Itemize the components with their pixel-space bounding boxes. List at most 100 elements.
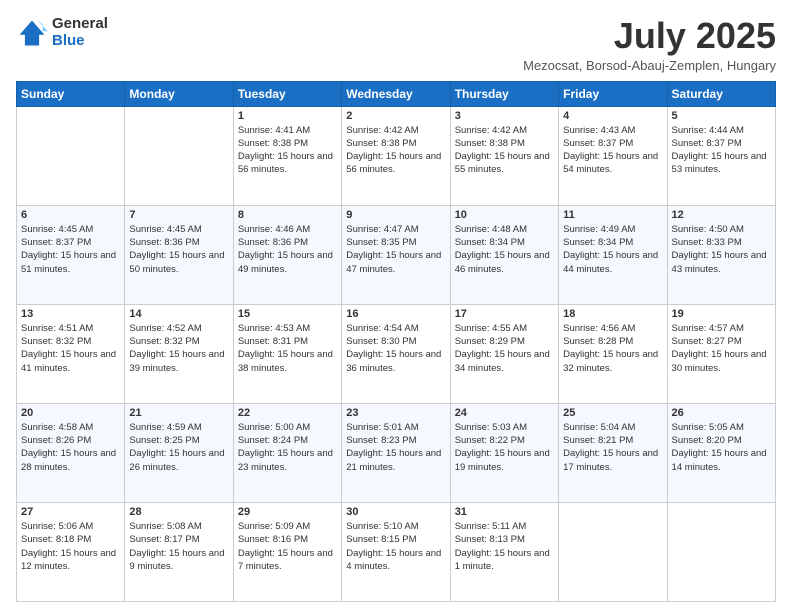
day-number: 6 <box>21 209 120 221</box>
day-info: Sunrise: 4:53 AMSunset: 8:31 PMDaylight:… <box>238 322 337 375</box>
day-number: 9 <box>346 209 445 221</box>
calendar-cell: 19Sunrise: 4:57 AMSunset: 8:27 PMDayligh… <box>667 304 775 403</box>
calendar-cell <box>17 106 125 205</box>
calendar-cell <box>559 502 667 601</box>
day-info: Sunrise: 4:47 AMSunset: 8:35 PMDaylight:… <box>346 223 445 276</box>
day-number: 1 <box>238 110 337 122</box>
day-info: Sunrise: 4:43 AMSunset: 8:37 PMDaylight:… <box>563 124 662 177</box>
day-number: 22 <box>238 407 337 419</box>
calendar-cell: 24Sunrise: 5:03 AMSunset: 8:22 PMDayligh… <box>450 403 558 502</box>
calendar-cell: 22 Sunrise: 5:00 AMSunset: 8:24 PMDayligh… <box>233 403 341 502</box>
day-info: Sunrise: 5:05 AMSunset: 8:20 PMDaylight:… <box>672 421 771 474</box>
day-number: 15 <box>238 308 337 320</box>
calendar-cell: 9 Sunrise: 4:47 AMSunset: 8:35 PMDaylight… <box>342 205 450 304</box>
calendar-cell: 10Sunrise: 4:48 AMSunset: 8:34 PMDayligh… <box>450 205 558 304</box>
calendar-cell: 17Sunrise: 4:55 AMSunset: 8:29 PMDayligh… <box>450 304 558 403</box>
day-info: Sunrise: 4:54 AMSunset: 8:30 PMDaylight:… <box>346 322 445 375</box>
calendar-header-thursday: Thursday <box>450 81 558 106</box>
calendar-week-row: 13 Sunrise: 4:51 AMSunset: 8:32 PMDayligh… <box>17 304 776 403</box>
day-info: Sunrise: 4:42 AMSunset: 8:38 PMDaylight:… <box>455 124 554 177</box>
day-number: 26 <box>672 407 771 419</box>
day-info: Sunrise: 4:46 AMSunset: 8:36 PMDaylight:… <box>238 223 337 276</box>
day-info: Sunrise: 4:44 AMSunset: 8:37 PMDaylight:… <box>672 124 771 177</box>
day-info: Sunrise: 4:45 AMSunset: 8:37 PMDaylight:… <box>21 223 120 276</box>
calendar-cell: 7Sunrise: 4:45 AMSunset: 8:36 PMDaylight… <box>125 205 233 304</box>
day-number: 18 <box>563 308 662 320</box>
logo-text: General Blue <box>52 16 108 49</box>
day-info: Sunrise: 5:11 AMSunset: 8:13 PMDaylight:… <box>455 520 554 573</box>
day-number: 7 <box>129 209 228 221</box>
calendar-header-row: SundayMondayTuesdayWednesdayThursdayFrid… <box>17 81 776 106</box>
calendar-header-friday: Friday <box>559 81 667 106</box>
day-info: Sunrise: 5:00 AMSunset: 8:24 PMDaylight:… <box>238 421 337 474</box>
calendar-cell <box>125 106 233 205</box>
day-number: 17 <box>455 308 554 320</box>
calendar-cell: 2Sunrise: 4:42 AMSunset: 8:38 PMDaylight… <box>342 106 450 205</box>
calendar-cell: 4 Sunrise: 4:43 AMSunset: 8:37 PMDaylight… <box>559 106 667 205</box>
day-number: 31 <box>455 506 554 518</box>
calendar-cell: 28Sunrise: 5:08 AMSunset: 8:17 PMDayligh… <box>125 502 233 601</box>
location: Mezocsat, Borsod-Abauj-Zemplen, Hungary <box>523 58 776 73</box>
day-info: Sunrise: 5:09 AMSunset: 8:16 PMDaylight:… <box>238 520 337 573</box>
calendar-cell: 25Sunrise: 5:04 AMSunset: 8:21 PMDayligh… <box>559 403 667 502</box>
day-info: Sunrise: 4:50 AMSunset: 8:33 PMDaylight:… <box>672 223 771 276</box>
calendar-week-row: 20Sunrise: 4:58 AMSunset: 8:26 PMDayligh… <box>17 403 776 502</box>
calendar: SundayMondayTuesdayWednesdayThursdayFrid… <box>16 81 776 602</box>
calendar-cell: 23 Sunrise: 5:01 AMSunset: 8:23 PMDayligh… <box>342 403 450 502</box>
day-number: 21 <box>129 407 228 419</box>
day-number: 30 <box>346 506 445 518</box>
header: General Blue July 2025 Mezocsat, Borsod-… <box>16 16 776 73</box>
calendar-cell: 30 Sunrise: 5:10 AMSunset: 8:15 PMDayligh… <box>342 502 450 601</box>
day-number: 4 <box>563 110 662 122</box>
day-number: 29 <box>238 506 337 518</box>
day-number: 13 <box>21 308 120 320</box>
day-info: Sunrise: 4:56 AMSunset: 8:28 PMDaylight:… <box>563 322 662 375</box>
logo-blue: Blue <box>52 33 108 50</box>
day-info: Sunrise: 4:59 AMSunset: 8:25 PMDaylight:… <box>129 421 228 474</box>
calendar-header-tuesday: Tuesday <box>233 81 341 106</box>
title-section: July 2025 Mezocsat, Borsod-Abauj-Zemplen… <box>523 16 776 73</box>
calendar-header-sunday: Sunday <box>17 81 125 106</box>
calendar-cell: 31 Sunrise: 5:11 AMSunset: 8:13 PMDayligh… <box>450 502 558 601</box>
logo: General Blue <box>16 16 108 49</box>
day-number: 11 <box>563 209 662 221</box>
day-number: 27 <box>21 506 120 518</box>
calendar-header-saturday: Saturday <box>667 81 775 106</box>
calendar-cell: 1 Sunrise: 4:41 AMSunset: 8:38 PMDaylight… <box>233 106 341 205</box>
day-info: Sunrise: 4:49 AMSunset: 8:34 PMDaylight:… <box>563 223 662 276</box>
day-info: Sunrise: 5:06 AMSunset: 8:18 PMDaylight:… <box>21 520 120 573</box>
calendar-cell: 8 Sunrise: 4:46 AMSunset: 8:36 PMDaylight… <box>233 205 341 304</box>
calendar-cell: 11 Sunrise: 4:49 AMSunset: 8:34 PMDayligh… <box>559 205 667 304</box>
calendar-cell: 5 Sunrise: 4:44 AMSunset: 8:37 PMDaylight… <box>667 106 775 205</box>
day-info: Sunrise: 4:41 AMSunset: 8:38 PMDaylight:… <box>238 124 337 177</box>
day-number: 12 <box>672 209 771 221</box>
day-number: 5 <box>672 110 771 122</box>
page: General Blue July 2025 Mezocsat, Borsod-… <box>0 0 792 612</box>
logo-general: General <box>52 16 108 33</box>
day-info: Sunrise: 5:03 AMSunset: 8:22 PMDaylight:… <box>455 421 554 474</box>
day-info: Sunrise: 4:52 AMSunset: 8:32 PMDaylight:… <box>129 322 228 375</box>
day-info: Sunrise: 4:51 AMSunset: 8:32 PMDaylight:… <box>21 322 120 375</box>
day-info: Sunrise: 5:04 AMSunset: 8:21 PMDaylight:… <box>563 421 662 474</box>
calendar-cell: 3Sunrise: 4:42 AMSunset: 8:38 PMDaylight… <box>450 106 558 205</box>
day-info: Sunrise: 5:01 AMSunset: 8:23 PMDaylight:… <box>346 421 445 474</box>
day-info: Sunrise: 4:57 AMSunset: 8:27 PMDaylight:… <box>672 322 771 375</box>
calendar-header-monday: Monday <box>125 81 233 106</box>
calendar-cell: 29 Sunrise: 5:09 AMSunset: 8:16 PMDayligh… <box>233 502 341 601</box>
calendar-cell: 20Sunrise: 4:58 AMSunset: 8:26 PMDayligh… <box>17 403 125 502</box>
day-number: 23 <box>346 407 445 419</box>
day-info: Sunrise: 5:10 AMSunset: 8:15 PMDaylight:… <box>346 520 445 573</box>
calendar-cell <box>667 502 775 601</box>
calendar-cell: 12 Sunrise: 4:50 AMSunset: 8:33 PMDayligh… <box>667 205 775 304</box>
day-number: 14 <box>129 308 228 320</box>
day-number: 8 <box>238 209 337 221</box>
calendar-week-row: 27 Sunrise: 5:06 AMSunset: 8:18 PMDayligh… <box>17 502 776 601</box>
day-number: 2 <box>346 110 445 122</box>
day-number: 16 <box>346 308 445 320</box>
calendar-header-wednesday: Wednesday <box>342 81 450 106</box>
calendar-cell: 21 Sunrise: 4:59 AMSunset: 8:25 PMDayligh… <box>125 403 233 502</box>
calendar-week-row: 6 Sunrise: 4:45 AMSunset: 8:37 PMDaylight… <box>17 205 776 304</box>
day-number: 10 <box>455 209 554 221</box>
day-number: 28 <box>129 506 228 518</box>
month-title: July 2025 <box>523 16 776 56</box>
